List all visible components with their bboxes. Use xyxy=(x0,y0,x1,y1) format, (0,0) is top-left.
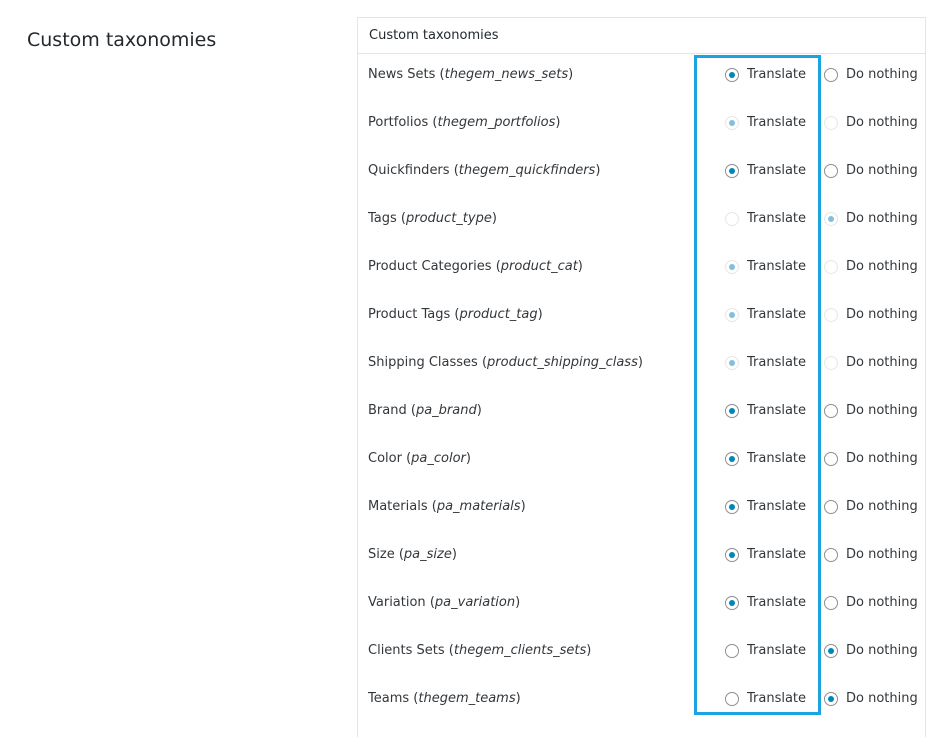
section-title: Custom taxonomies xyxy=(27,29,217,51)
taxonomy-row: Size (pa_size) Translate Do nothing xyxy=(358,498,925,562)
do-nothing-option[interactable]: Do nothing xyxy=(824,691,918,706)
do-nothing-label: Do nothing xyxy=(846,691,918,706)
taxonomy-row: Tags (product_type) Translate Do nothing xyxy=(358,162,925,226)
translate-radio[interactable] xyxy=(725,691,739,706)
taxonomy-row: Quickfinders (thegem_quickfinders) Transl… xyxy=(358,114,925,178)
taxonomy-row: Shipping Classes (product_shipping_class… xyxy=(358,306,925,370)
taxonomy-panel: Custom taxonomies News Sets (thegem_news… xyxy=(357,17,926,737)
taxonomy-row: Variation (pa_variation) Translate Do noth… xyxy=(358,546,925,610)
taxonomy-row: Color (pa_color) Translate Do nothing xyxy=(358,402,925,466)
taxonomy-slug: thegem_teams xyxy=(418,691,516,706)
taxonomy-row: Product Tags (product_tag) Translate Do no… xyxy=(358,258,925,322)
taxonomy-row: Portfolios (thegem_portfolios) Translate D… xyxy=(358,66,925,130)
taxonomy-row: Teams (thegem_teams) Translate Do nothing xyxy=(358,642,925,706)
taxonomy-label: Teams (thegem_teams) xyxy=(368,691,521,706)
translate-option[interactable]: Translate xyxy=(725,691,806,706)
taxonomy-row: Product Categories (product_cat) Translat… xyxy=(358,210,925,274)
do-nothing-radio[interactable] xyxy=(824,691,838,706)
taxonomy-row: News Sets (thegem_news_sets) Translate Do … xyxy=(358,18,925,82)
taxonomy-row: Clients Sets (thegem_clients_sets) Transl… xyxy=(358,594,925,658)
taxonomy-name: Teams xyxy=(368,691,410,706)
taxonomy-row: Materials (pa_materials) Translate Do noth… xyxy=(358,450,925,514)
taxonomy-row: Brand (pa_brand) Translate Do nothing xyxy=(358,354,925,418)
translate-label: Translate xyxy=(747,691,807,706)
